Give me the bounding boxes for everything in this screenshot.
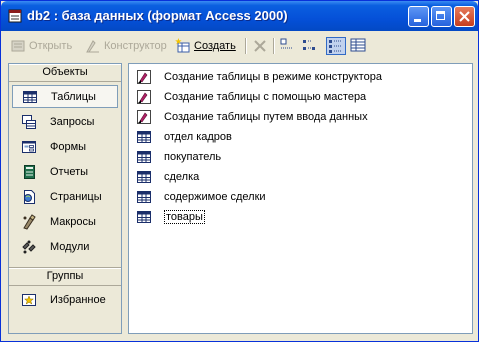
delete-icon — [254, 40, 266, 52]
create-button[interactable]: Создать — [175, 36, 236, 56]
list-item-table[interactable]: отдел кадров — [136, 127, 232, 146]
list-item-table[interactable]: сделка — [136, 167, 199, 186]
list-item-create-wizard[interactable]: Создание таблицы с помощью мастера — [136, 87, 366, 106]
delete-button[interactable] — [252, 36, 271, 56]
object-type-forms[interactable]: Формы — [12, 135, 118, 158]
wizard-shortcut-icon — [137, 109, 151, 124]
page-icon — [24, 189, 35, 204]
list-item-label: товары — [164, 209, 205, 224]
small-icons-icon — [303, 40, 315, 50]
module-icon — [22, 240, 36, 253]
object-type-tables[interactable]: Таблицы — [12, 85, 118, 108]
object-type-label: Отчеты — [50, 165, 89, 178]
close-button[interactable] — [454, 6, 475, 27]
table-icon — [137, 210, 151, 223]
design-button[interactable]: Конструктор — [85, 36, 167, 56]
object-type-label: Формы — [50, 140, 87, 153]
title-bar[interactable]: db2 : база данных (формат Access 2000) — [1, 1, 478, 31]
object-type-label: Запросы — [50, 115, 95, 128]
minimize-button[interactable] — [408, 6, 429, 27]
query-icon — [22, 114, 36, 129]
wizard-shortcut-icon — [137, 69, 151, 84]
details-view-icon — [350, 38, 366, 52]
macro-icon — [23, 213, 36, 230]
details-view-button[interactable] — [349, 37, 369, 55]
object-type-pages[interactable]: Страницы — [12, 185, 118, 208]
form-icon — [22, 140, 36, 153]
list-item-label: отдел кадров — [164, 130, 232, 143]
maximize-button[interactable] — [431, 6, 452, 27]
small-icons-view-button[interactable] — [301, 37, 321, 55]
objects-panel: Объекты Таблицы Запросы Формы Отчеты Стр… — [8, 63, 122, 334]
table-icon — [137, 150, 151, 163]
list-item-label: Создание таблицы путем ввода данных — [164, 110, 368, 123]
table-icon — [137, 170, 151, 183]
maximize-icon — [436, 11, 445, 20]
object-type-reports[interactable]: Отчеты — [12, 160, 118, 183]
list-item-table[interactable]: покупатель — [136, 147, 221, 166]
window-title: db2 : база данных (формат Access 2000) — [27, 8, 288, 23]
new-item-icon — [175, 38, 190, 53]
objects-header[interactable]: Объекты — [9, 64, 121, 82]
list-item-create-design[interactable]: Создание таблицы в режиме конструктора — [136, 67, 382, 86]
large-icons-view-button[interactable] — [278, 37, 298, 55]
design-icon — [86, 40, 99, 53]
report-icon — [24, 164, 35, 179]
create-label: Создать — [194, 40, 236, 52]
list-item-label: покупатель — [164, 150, 222, 163]
open-label: Открыть — [29, 40, 73, 52]
group-favorites[interactable]: Избранное — [12, 288, 118, 311]
toolbar-separator — [273, 38, 275, 54]
open-icon — [11, 40, 25, 52]
database-window: db2 : база данных (формат Access 2000) О… — [0, 0, 479, 342]
object-type-label: Таблицы — [51, 90, 96, 103]
list-item-label: Создание таблицы с помощью мастера — [164, 90, 367, 103]
object-list: Создание таблицы в режиме конструктора С… — [128, 63, 473, 334]
toolbar-separator — [245, 38, 247, 54]
object-type-macros[interactable]: Макросы — [12, 210, 118, 233]
object-type-queries[interactable]: Запросы — [12, 110, 118, 133]
list-item-create-data-entry[interactable]: Создание таблицы путем ввода данных — [136, 107, 368, 126]
object-type-label: Страницы — [50, 190, 102, 203]
list-item-label: Создание таблицы в режиме конструктора — [164, 70, 382, 83]
minimize-icon — [414, 19, 421, 22]
favorites-icon — [22, 293, 36, 306]
object-type-modules[interactable]: Модули — [12, 235, 118, 258]
design-label: Конструктор — [104, 40, 167, 52]
large-icons-icon — [280, 38, 292, 49]
list-view-icon — [329, 40, 342, 53]
list-item-label: содержимое сделки — [164, 190, 266, 203]
list-view-button[interactable] — [326, 37, 346, 55]
table-icon — [23, 90, 37, 103]
table-icon — [137, 130, 151, 143]
object-type-label: Модули — [50, 240, 90, 253]
database-icon — [8, 9, 22, 23]
wizard-shortcut-icon — [137, 89, 151, 104]
toolbar: Открыть Конструктор Создать — [4, 32, 476, 60]
list-item-label: сделка — [164, 170, 200, 183]
table-icon — [137, 190, 151, 203]
list-item-table-focused[interactable]: товары — [136, 207, 205, 226]
open-button[interactable]: Открыть — [10, 36, 72, 56]
close-icon — [459, 11, 470, 22]
list-item-table[interactable]: содержимое сделки — [136, 187, 266, 206]
object-type-label: Макросы — [50, 215, 96, 228]
group-label: Избранное — [50, 293, 106, 306]
groups-header[interactable]: Группы — [9, 267, 121, 286]
